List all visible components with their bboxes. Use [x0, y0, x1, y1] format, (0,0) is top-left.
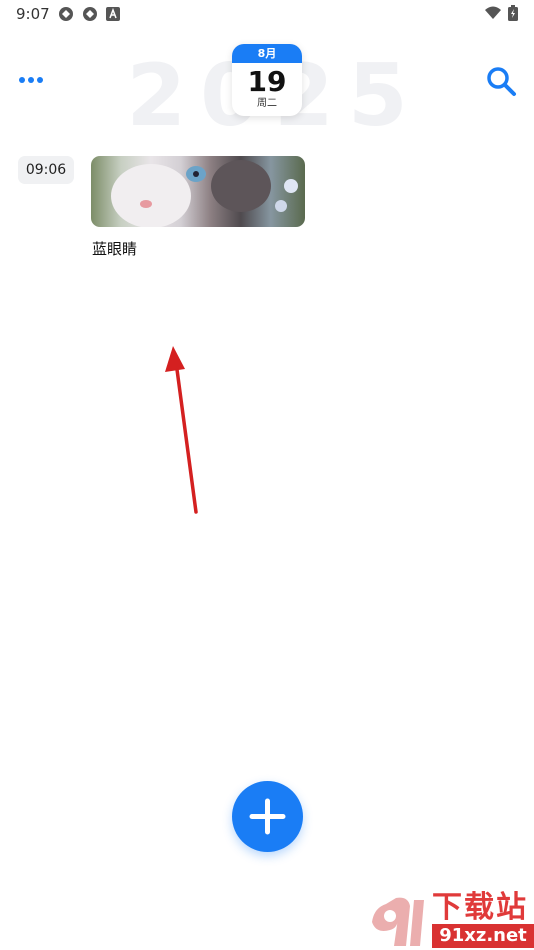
app-a-icon — [106, 7, 120, 21]
status-time: 9:07 — [16, 5, 50, 23]
battery-icon — [508, 5, 518, 21]
annotation-arrow-icon — [165, 346, 198, 514]
calendar-month: 8月 — [232, 44, 302, 63]
status-bar: 9:07 — [0, 0, 534, 28]
status-icons-left — [58, 6, 120, 22]
watermark-text: 下载站 — [432, 890, 528, 925]
add-entry-button[interactable] — [232, 781, 303, 852]
entry-title: 蓝眼睛 — [92, 240, 138, 258]
search-icon — [487, 67, 516, 96]
sync-icon — [59, 7, 73, 21]
calendar-day: 19 — [247, 65, 287, 98]
list-item[interactable]: 09:06 蓝眼睛 — [0, 152, 534, 262]
cat-photo-thumbnail[interactable] — [91, 156, 305, 227]
plus-icon — [249, 798, 286, 835]
watermark-url: 91xz.net — [432, 924, 534, 948]
wifi-icon — [485, 6, 501, 19]
calendar-weekday: 周二 — [257, 98, 277, 109]
calendar-badge[interactable]: 8月 19 周二 — [232, 44, 302, 116]
entry-time: 09:06 — [18, 156, 74, 184]
sync-icon — [83, 7, 97, 21]
status-icons-right — [484, 5, 518, 21]
search-button[interactable] — [484, 64, 518, 98]
